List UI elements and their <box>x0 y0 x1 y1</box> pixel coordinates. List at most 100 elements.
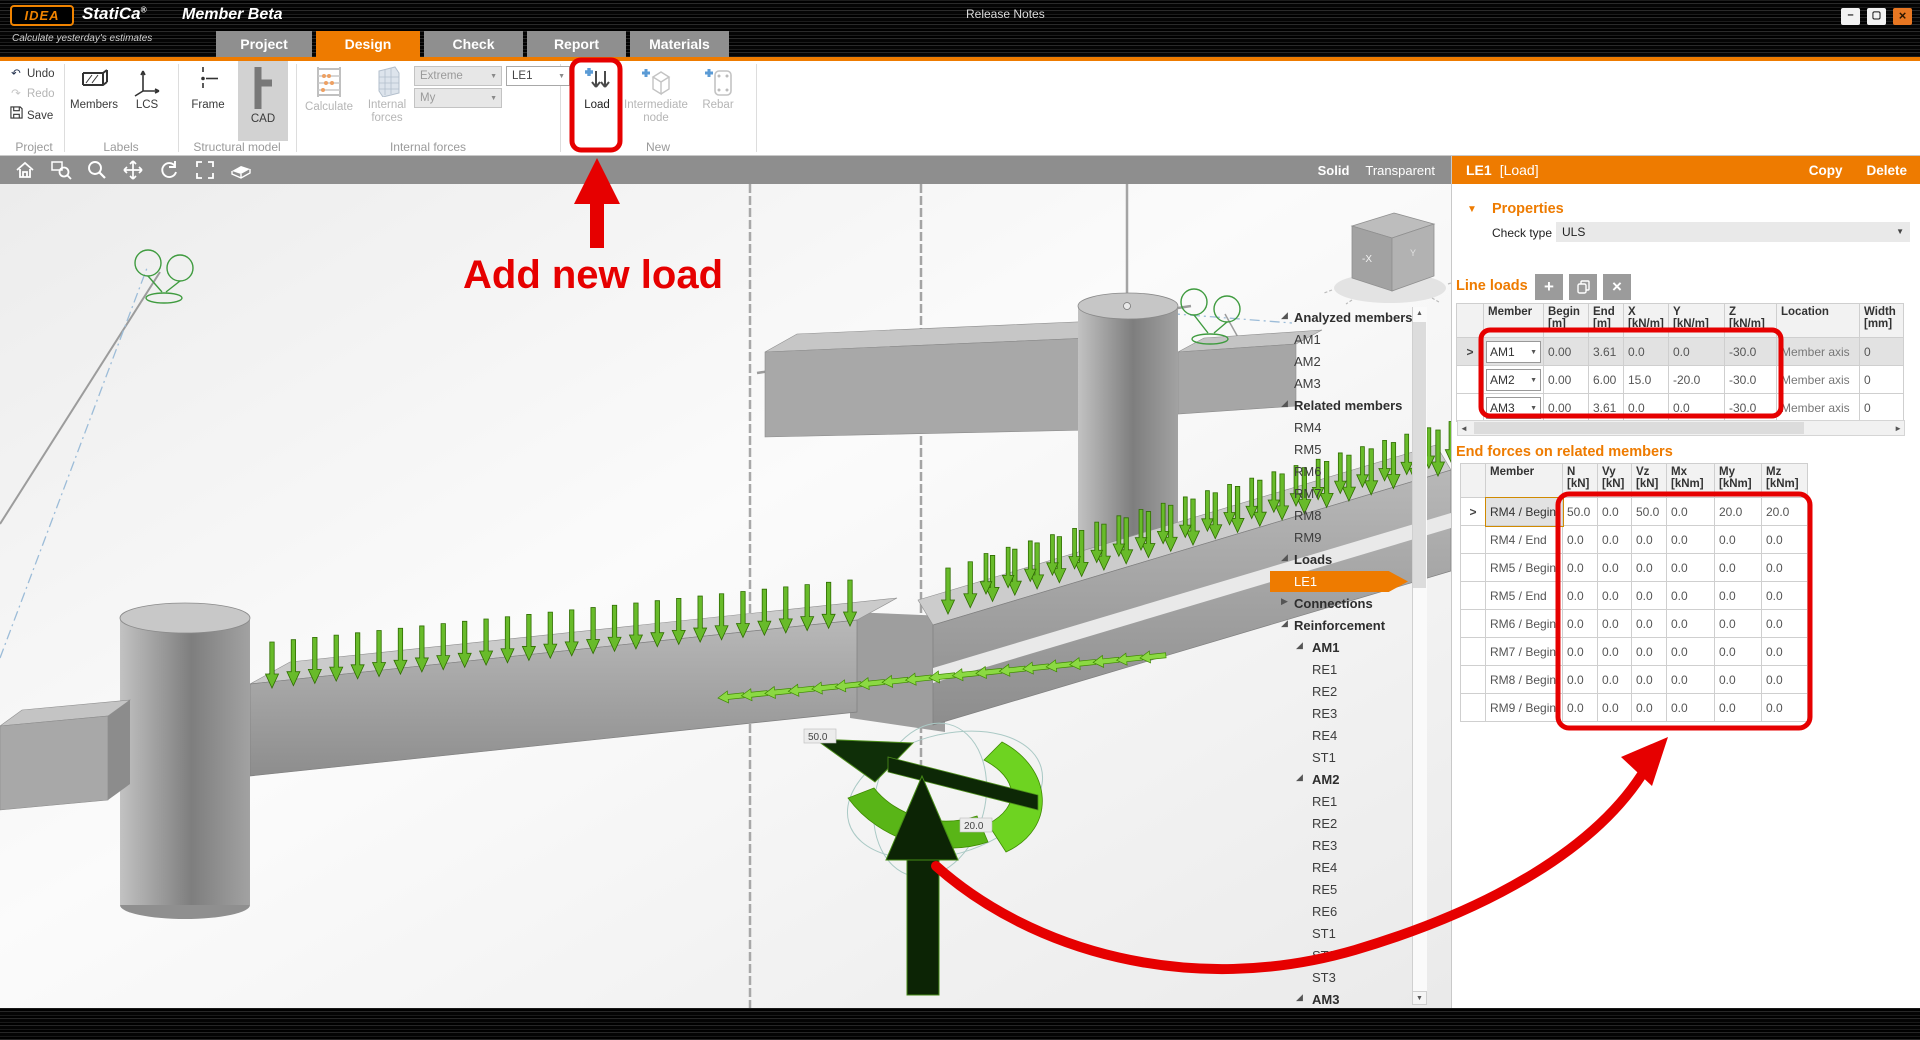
tree-item-re6[interactable]: RE6 <box>1312 901 1337 922</box>
rotate-icon[interactable] <box>158 159 180 181</box>
width-cell[interactable]: 0 <box>1860 338 1904 366</box>
table-row[interactable]: RM9 / Begin0.00.00.00.00.00.0 <box>1461 694 1808 722</box>
undo-button[interactable]: ↶Undo <box>8 66 55 85</box>
vz-cell[interactable]: 0.0 <box>1632 610 1667 638</box>
vy-cell[interactable]: 0.0 <box>1598 554 1632 582</box>
scroll-right-icon[interactable]: ► <box>1894 424 1902 433</box>
tree-item-re1[interactable]: RE1 <box>1312 659 1337 680</box>
mz-cell[interactable]: 20.0 <box>1762 498 1808 526</box>
end-cell[interactable]: 3.61 <box>1589 394 1624 422</box>
zoom-window-icon[interactable] <box>50 159 72 181</box>
home-icon[interactable] <box>14 159 36 181</box>
frame-button[interactable]: Frame <box>184 65 232 112</box>
mz-cell[interactable]: 0.0 <box>1762 694 1808 722</box>
delete-button[interactable]: Delete <box>1866 163 1907 178</box>
navigation-cube[interactable]: -X Y <box>1324 213 1451 304</box>
table-row[interactable]: AM3▼0.003.610.00.0-30.0Member axis0 <box>1457 394 1904 422</box>
scrollbar-thumb[interactable] <box>1413 322 1426 588</box>
tree-item-st1[interactable]: ST1 <box>1312 747 1336 768</box>
n-cell[interactable]: 0.0 <box>1563 526 1598 554</box>
solid-view-icon[interactable] <box>230 159 252 181</box>
mx-cell[interactable]: 0.0 <box>1667 610 1715 638</box>
mx-cell[interactable]: 0.0 <box>1667 554 1715 582</box>
table-row[interactable]: RM5 / End0.00.00.00.00.00.0 <box>1461 582 1808 610</box>
tree-item-re5[interactable]: RE5 <box>1312 879 1337 900</box>
n-cell[interactable]: 50.0 <box>1563 498 1598 526</box>
delete-line-load-button[interactable]: × <box>1603 274 1631 300</box>
mz-cell[interactable]: 0.0 <box>1762 554 1808 582</box>
internal-forces-button[interactable]: Internal forces <box>360 65 414 124</box>
member-cell[interactable]: RM7 / Begin <box>1486 638 1563 666</box>
table-row[interactable]: RM4 / End0.00.00.00.00.00.0 <box>1461 526 1808 554</box>
tree-item-rm6[interactable]: RM6 <box>1294 461 1321 482</box>
save-button[interactable]: Save <box>8 106 53 125</box>
my-cell[interactable]: 0.0 <box>1715 638 1762 666</box>
mz-cell[interactable]: 0.0 <box>1762 638 1808 666</box>
tree-item-rm7[interactable]: RM7 <box>1294 483 1321 504</box>
tree-item-re3[interactable]: RE3 <box>1312 835 1337 856</box>
y-load-cell[interactable]: -20.0 <box>1669 366 1725 394</box>
member-cell[interactable]: RM5 / End <box>1486 582 1563 610</box>
vz-cell[interactable]: 0.0 <box>1632 638 1667 666</box>
tree-item-re2[interactable]: RE2 <box>1312 813 1337 834</box>
row-selector[interactable] <box>1461 638 1486 666</box>
begin-cell[interactable]: 0.00 <box>1544 366 1589 394</box>
intermediate-node-button[interactable]: Intermediate node <box>624 65 688 124</box>
tree-item-connections[interactable]: Connections <box>1294 593 1373 614</box>
mx-cell[interactable]: 0.0 <box>1667 498 1715 526</box>
members-button[interactable]: Members <box>66 65 122 112</box>
z-load-cell[interactable]: -30.0 <box>1725 338 1777 366</box>
tree-item-st1[interactable]: ST1 <box>1312 923 1336 944</box>
tree-item-rm4[interactable]: RM4 <box>1294 417 1321 438</box>
member-dropdown[interactable]: AM2▼ <box>1486 369 1541 391</box>
x-load-cell[interactable]: 0.0 <box>1624 394 1669 422</box>
mx-cell[interactable]: 0.0 <box>1667 638 1715 666</box>
my-cell[interactable]: 0.0 <box>1715 694 1762 722</box>
tab-check[interactable]: Check <box>424 31 523 57</box>
vy-cell[interactable]: 0.0 <box>1598 610 1632 638</box>
scrollbar-thumb[interactable] <box>1474 422 1804 434</box>
tree-item-am2[interactable]: AM2 <box>1312 769 1339 790</box>
begin-cell[interactable]: 0.00 <box>1544 338 1589 366</box>
member-cell[interactable]: RM6 / Begin <box>1486 610 1563 638</box>
n-cell[interactable]: 0.0 <box>1563 582 1598 610</box>
my-dropdown[interactable]: My▼ <box>414 88 502 108</box>
width-cell[interactable]: 0 <box>1860 366 1904 394</box>
tree-item-st2[interactable]: ST2 <box>1312 945 1336 966</box>
vz-cell[interactable]: 0.0 <box>1632 666 1667 694</box>
z-load-cell[interactable]: -30.0 <box>1725 394 1777 422</box>
tree-item-am1[interactable]: AM1 <box>1312 637 1339 658</box>
vz-cell[interactable]: 0.0 <box>1632 554 1667 582</box>
x-load-cell[interactable]: 15.0 <box>1624 366 1669 394</box>
member-cell[interactable]: RM8 / Begin <box>1486 666 1563 694</box>
load-case-dropdown[interactable]: LE1▼ <box>506 66 570 86</box>
z-load-cell[interactable]: -30.0 <box>1725 366 1777 394</box>
n-cell[interactable]: 0.0 <box>1563 610 1598 638</box>
mz-cell[interactable]: 0.0 <box>1762 610 1808 638</box>
scroll-up-icon[interactable]: ▲ <box>1412 307 1427 321</box>
duplicate-line-load-button[interactable] <box>1569 274 1597 300</box>
vz-cell[interactable]: 0.0 <box>1632 694 1667 722</box>
x-load-cell[interactable]: 0.0 <box>1624 338 1669 366</box>
add-load-button[interactable]: Load <box>572 65 622 112</box>
transparent-view-toggle[interactable]: Transparent <box>1365 163 1435 178</box>
collapse-triangle-icon[interactable]: ▼ <box>1467 204 1477 215</box>
y-load-cell[interactable]: 0.0 <box>1669 338 1725 366</box>
table-row[interactable]: AM2▼0.006.0015.0-20.0-30.0Member axis0 <box>1457 366 1904 394</box>
mz-cell[interactable]: 0.0 <box>1762 582 1808 610</box>
tree-item-re4[interactable]: RE4 <box>1312 857 1337 878</box>
lcs-button[interactable]: LCS <box>124 65 170 112</box>
vz-cell[interactable]: 0.0 <box>1632 582 1667 610</box>
tab-design[interactable]: Design <box>316 31 420 57</box>
begin-cell[interactable]: 0.00 <box>1544 394 1589 422</box>
redo-button[interactable]: ↷Redo <box>8 86 55 105</box>
width-cell[interactable]: 0 <box>1860 394 1904 422</box>
scroll-down-icon[interactable]: ▼ <box>1412 991 1427 1005</box>
add-line-load-button[interactable]: + <box>1535 274 1563 300</box>
tree-item-rm5[interactable]: RM5 <box>1294 439 1321 460</box>
my-cell[interactable]: 0.0 <box>1715 526 1762 554</box>
check-type-dropdown[interactable]: ULS▼ <box>1556 222 1910 242</box>
tab-report[interactable]: Report <box>527 31 626 57</box>
tree-item-analyzed-members[interactable]: Analyzed members <box>1294 307 1413 328</box>
location-cell[interactable]: Member axis <box>1777 338 1860 366</box>
